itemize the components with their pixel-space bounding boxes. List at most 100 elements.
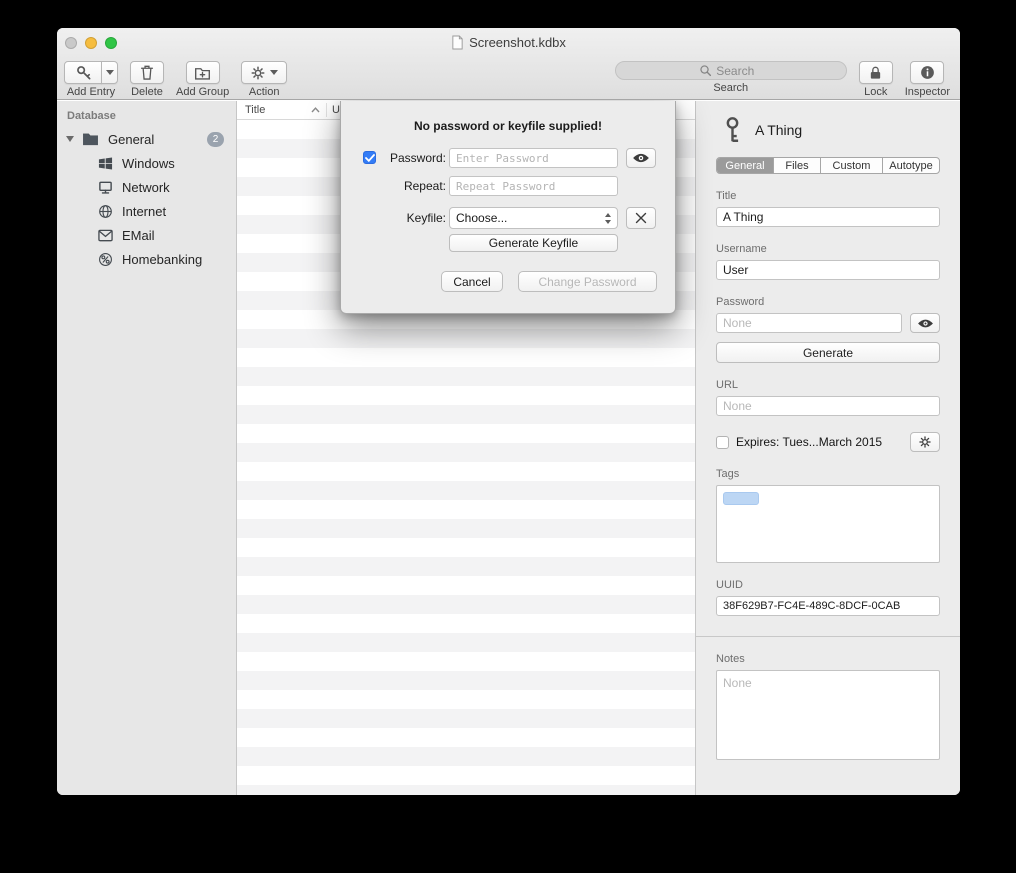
lock-icon [868,65,883,81]
delete-tool: Delete [130,61,164,98]
notes-label: Notes [716,653,940,665]
password-field-label: Password [716,296,940,308]
trash-icon [139,64,155,81]
keyfile-value: Choose... [456,211,605,225]
entry-header: A Thing [716,115,940,145]
entry-title: A Thing [755,122,802,138]
titlebar: Screenshot.kdbx [57,28,960,58]
sidebar-group-label: General [108,132,207,147]
add-group-label: Add Group [176,86,229,98]
windows-icon [98,156,113,171]
expires-settings-button[interactable] [910,432,940,452]
folder-icon [82,132,99,146]
title-field[interactable] [716,207,940,227]
key-icon [722,116,743,144]
tab-custom[interactable]: Custom [820,158,882,173]
divider [696,636,960,637]
tab-files[interactable]: Files [773,158,820,173]
chevron-down-icon [106,70,114,75]
lock-button[interactable] [859,61,893,84]
folder-add-icon [194,65,211,81]
delete-label: Delete [131,86,163,98]
chevron-down-icon [270,70,278,75]
sidebar-item-email[interactable]: EMail [57,223,236,247]
title-field-label: Title [716,190,940,202]
inspector-button[interactable] [910,61,944,84]
add-entry-button[interactable] [64,61,102,84]
generate-keyfile-button[interactable]: Generate Keyfile [449,234,618,252]
reveal-password-button[interactable] [626,148,656,168]
sidebar-item-internet[interactable]: Internet [57,199,236,223]
toolbar: Add Entry Delete Add Group [57,58,960,100]
username-field[interactable] [716,260,940,280]
search-input[interactable] [716,64,762,78]
action-button[interactable] [241,61,287,84]
globe-icon [98,204,113,219]
uuid-field[interactable] [716,596,940,616]
sidebar-item-label: Network [122,180,236,195]
sidebar-item-windows[interactable]: Windows [57,151,236,175]
column-header-title[interactable]: Title [245,104,265,116]
sidebar-item-homebanking[interactable]: Homebanking [57,247,236,271]
action-tool: Action [241,61,287,98]
delete-button[interactable] [130,61,164,84]
tags-box[interactable] [716,485,940,563]
add-entry-dropdown-button[interactable] [101,61,118,84]
window-title: Screenshot.kdbx [57,35,960,50]
cancel-button[interactable]: Cancel [441,271,503,292]
add-entry-tool: Add Entry [64,61,118,98]
column-divider[interactable] [326,103,327,117]
inspector-label: Inspector [905,86,950,98]
lock-tool: Lock [859,61,893,98]
close-x-icon [635,212,647,224]
network-icon [98,180,113,195]
gear-icon [250,65,266,81]
sidebar-item-network[interactable]: Network [57,175,236,199]
sidebar-group-general[interactable]: General 2 [57,127,236,151]
lock-label: Lock [864,86,887,98]
tags-label: Tags [716,468,940,480]
document-icon [451,35,464,50]
uuid-label: UUID [716,579,940,591]
inspector-tabs: General Files Custom Autotype [716,157,940,174]
search-label: Search [713,82,748,94]
sidebar-section-header: Database [67,110,116,122]
expires-checkbox[interactable] [716,436,729,449]
repeat-password-input[interactable] [449,176,618,196]
disclosure-triangle-icon[interactable] [66,136,74,142]
change-password-button[interactable]: Change Password [518,271,657,292]
password-label: Password: [371,151,446,165]
search-tool: Search [615,61,847,94]
add-group-tool: Add Group [176,61,229,98]
url-field[interactable] [716,396,940,416]
dialog-message: No password or keyfile supplied! [341,119,675,133]
username-field-label: Username [716,243,940,255]
generate-password-button[interactable]: Generate [716,342,940,363]
info-icon [919,64,936,81]
eye-icon [632,152,650,164]
entry-count-badge: 2 [207,132,224,147]
sidebar-item-label: EMail [122,228,236,243]
search-field[interactable] [615,61,847,80]
change-password-dialog: No password or keyfile supplied! Passwor… [340,101,676,314]
url-field-label: URL [716,379,940,391]
eye-icon [917,318,934,329]
expires-label: Expires: Tues...March 2015 [736,435,910,449]
clear-keyfile-button[interactable] [626,207,656,229]
email-icon [98,229,113,242]
tab-general[interactable]: General [717,158,773,173]
keyfile-dropdown[interactable]: Choose... [449,207,618,229]
reveal-password-button[interactable] [910,313,940,333]
password-input[interactable] [449,148,618,168]
tab-autotype[interactable]: Autotype [882,158,939,173]
tag-chip[interactable] [723,492,759,505]
notes-field[interactable] [716,670,940,760]
inspector-tool: Inspector [905,61,950,98]
add-entry-label: Add Entry [67,86,115,98]
sort-ascending-icon [311,107,320,113]
column-header-username[interactable]: U [332,104,340,116]
window-header: Screenshot.kdbx Add Entry D [57,28,960,100]
password-field[interactable] [716,313,902,333]
stepper-icon [605,213,611,224]
add-group-button[interactable] [186,61,220,84]
